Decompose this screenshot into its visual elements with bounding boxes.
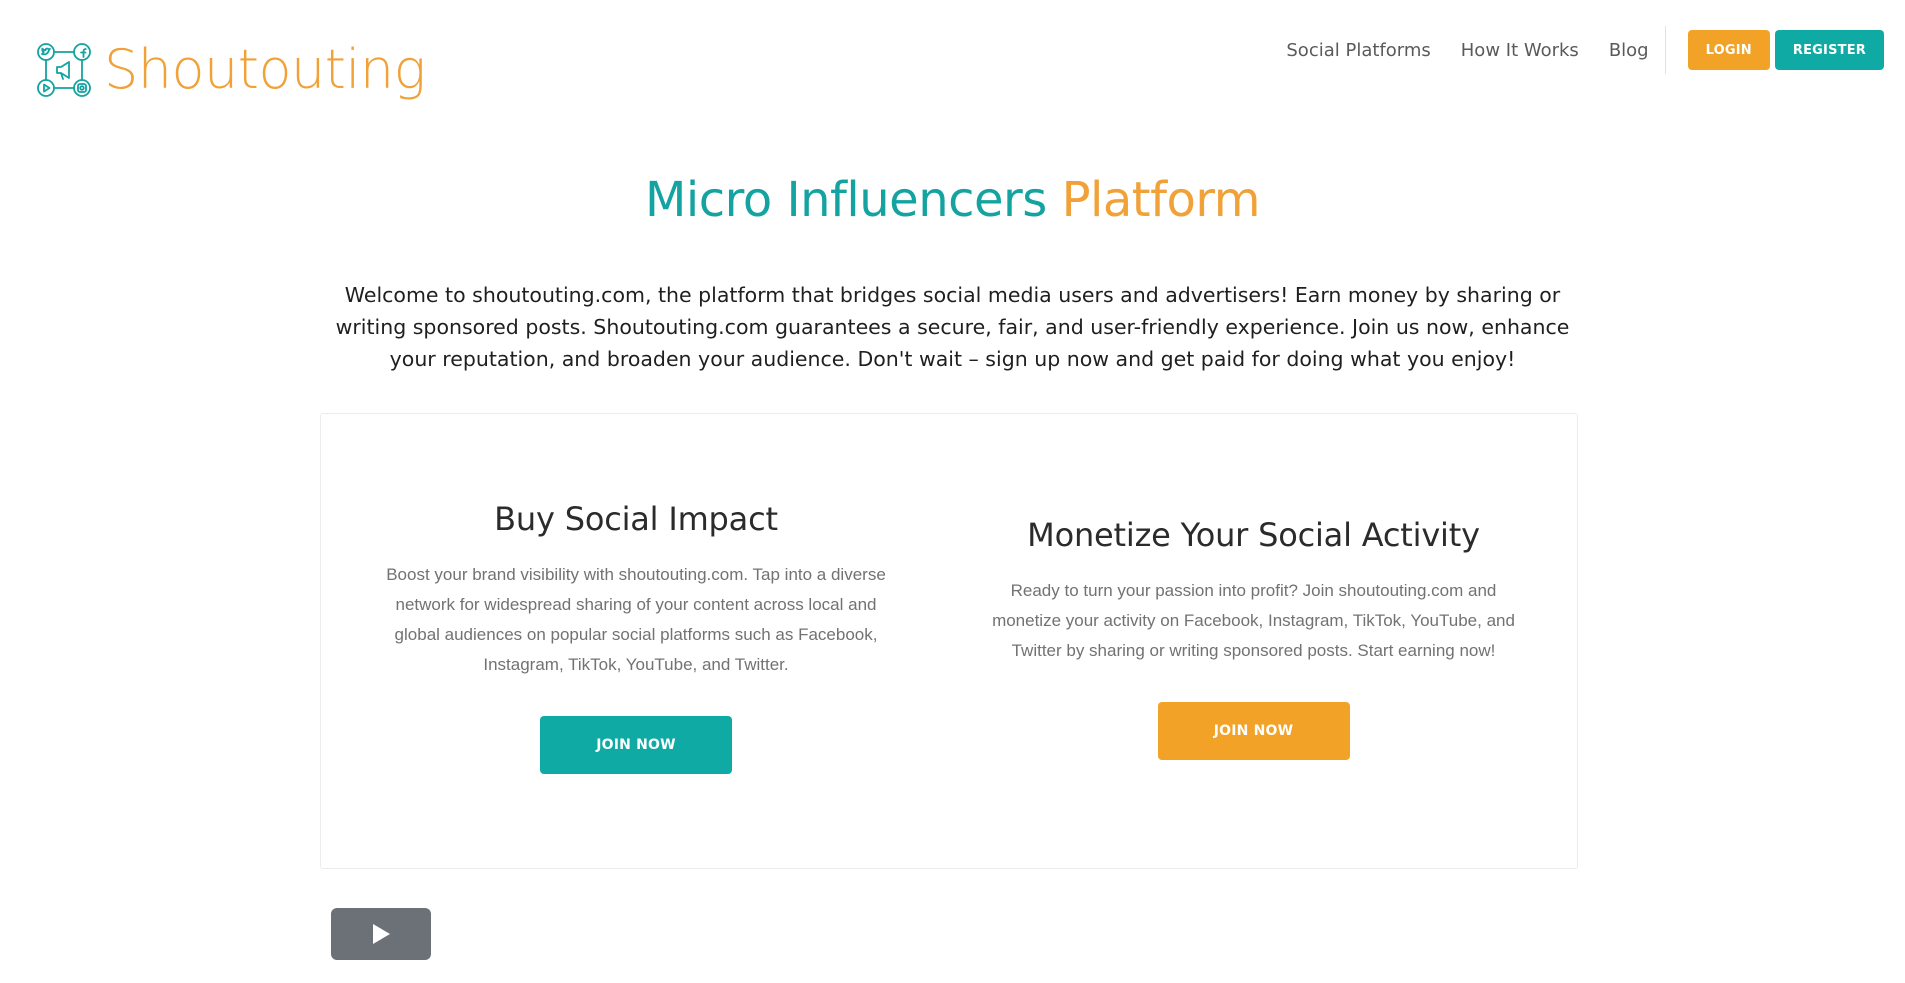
nav-link-blog[interactable]: Blog: [1609, 40, 1649, 61]
page-title-part1: Micro Influencers: [645, 172, 1047, 228]
main-nav: Social Platforms How It Works Blog LOGIN…: [1286, 26, 1884, 74]
page: Shoutouting Social Platforms How It Work…: [0, 0, 1905, 983]
features-card: Buy Social Impact Boost your brand visib…: [320, 413, 1578, 869]
nav-divider: [1664, 26, 1666, 74]
feature-title: Monetize Your Social Activity: [1027, 516, 1480, 554]
feature-description: Boost your brand visibility with shoutou…: [386, 565, 886, 674]
social-icons-logo-icon: [37, 43, 91, 97]
login-button[interactable]: LOGIN: [1687, 30, 1770, 70]
nav-link-how-it-works[interactable]: How It Works: [1461, 40, 1579, 61]
feature-description: Ready to turn your passion into profit? …: [992, 581, 1515, 660]
feature-title: Buy Social Impact: [494, 500, 778, 538]
play-icon: [373, 924, 390, 944]
register-button[interactable]: REGISTER: [1774, 30, 1884, 70]
video-play-button[interactable]: [331, 908, 431, 960]
brand-logo[interactable]: Shoutouting: [36, 42, 426, 98]
brand-name: Shoutouting: [104, 38, 426, 101]
join-now-button-monetize[interactable]: JOIN NOW: [1157, 702, 1350, 760]
intro-text: Welcome to shoutouting.com, the platform…: [335, 283, 1570, 371]
feature-monetize-social-activity: Monetize Your Social Activity Ready to t…: [986, 516, 1521, 760]
feature-buy-social-impact: Buy Social Impact Boost your brand visib…: [376, 500, 896, 774]
page-title: Micro Influencers Platform: [0, 172, 1905, 228]
nav-link-social-platforms[interactable]: Social Platforms: [1286, 40, 1430, 61]
join-now-button-buy[interactable]: JOIN NOW: [540, 716, 732, 774]
page-title-part2: Platform: [1061, 172, 1261, 228]
